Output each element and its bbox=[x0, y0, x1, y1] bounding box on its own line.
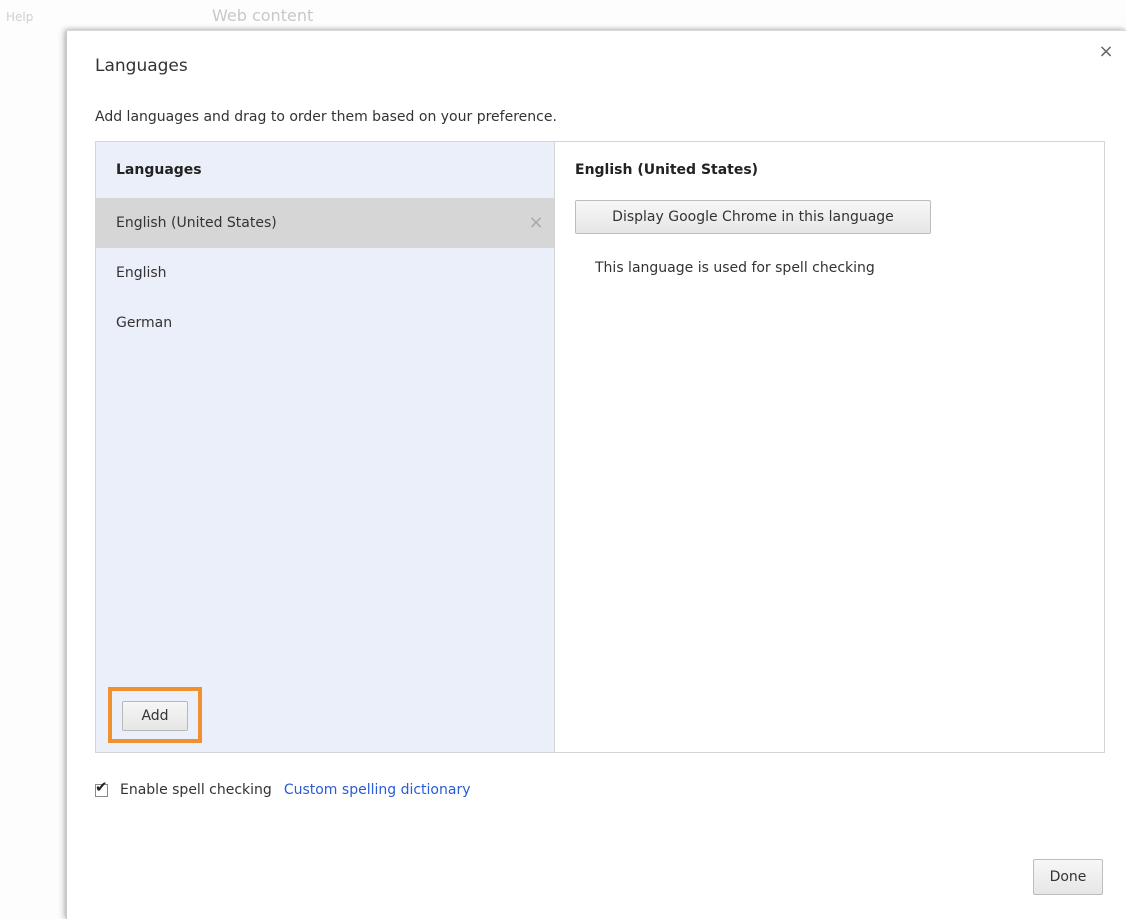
enable-spell-check-checkbox[interactable]: ✔ bbox=[95, 779, 108, 797]
add-language-button[interactable]: Add bbox=[122, 701, 188, 731]
display-chrome-in-language-button[interactable]: Display Google Chrome in this language bbox=[575, 200, 931, 234]
language-list-header: Languages bbox=[116, 162, 202, 178]
remove-icon[interactable]: × bbox=[526, 198, 546, 248]
language-item-english[interactable]: English bbox=[96, 248, 554, 298]
checkmark-icon: ✔ bbox=[95, 777, 108, 796]
close-icon[interactable]: × bbox=[1097, 43, 1115, 61]
languages-dialog: × Languages Add languages and drag to or… bbox=[66, 30, 1126, 919]
selected-language-header: English (United States) bbox=[575, 162, 759, 178]
done-button[interactable]: Done bbox=[1033, 859, 1103, 895]
enable-spell-check-label[interactable]: Enable spell checking bbox=[120, 782, 272, 798]
background-help-label: Help bbox=[6, 10, 34, 24]
language-list-pane: Languages English (United States) × Engl… bbox=[96, 142, 555, 752]
background-section-title: Web content bbox=[212, 6, 314, 25]
language-item-german[interactable]: German bbox=[96, 298, 554, 348]
language-item-english-us[interactable]: English (United States) × bbox=[96, 198, 554, 248]
spell-check-row: ✔ Enable spell checking Custom spelling … bbox=[95, 779, 470, 801]
dialog-description: Add languages and drag to order them bas… bbox=[95, 109, 557, 125]
language-item-label: English bbox=[116, 265, 167, 281]
language-list: English (United States) × English German bbox=[96, 198, 554, 348]
custom-dictionary-link[interactable]: Custom spelling dictionary bbox=[284, 782, 471, 798]
add-button-highlight: Add bbox=[108, 687, 202, 743]
language-item-label: English (United States) bbox=[116, 215, 277, 231]
languages-panes: Languages English (United States) × Engl… bbox=[95, 141, 1105, 753]
language-details-pane: English (United States) Display Google C… bbox=[555, 142, 1104, 752]
dialog-title: Languages bbox=[95, 56, 188, 76]
spell-check-note: This language is used for spell checking bbox=[595, 260, 875, 276]
language-item-label: German bbox=[116, 315, 173, 331]
